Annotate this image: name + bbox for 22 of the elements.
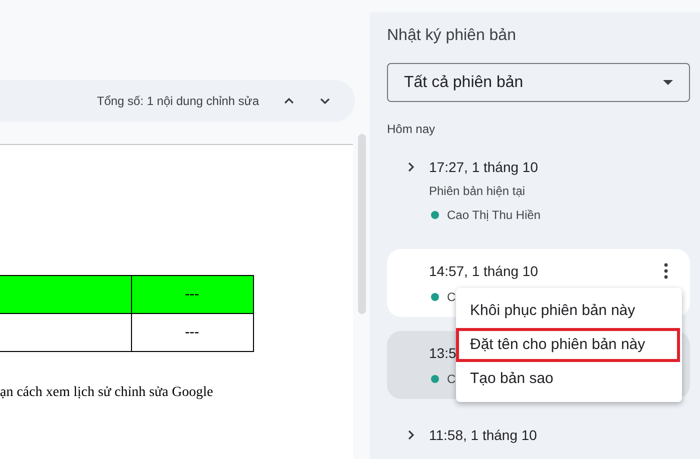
version-time: 14:57, 1 tháng 10: [429, 262, 538, 281]
version-filter-dropdown[interactable]: Tất cả phiên bản: [387, 63, 690, 102]
menu-item[interactable]: Đặt tên cho phiên bản này: [456, 328, 680, 362]
section-label: Hôm nay: [387, 121, 436, 138]
version-item[interactable]: 17:27, 1 tháng 10 Phiên bản hiện tại Cao Thị Thu Hiền: [387, 145, 690, 235]
dropdown-caret-icon: [663, 80, 673, 85]
version-subtitle: Phiên bản hiện tại: [429, 183, 526, 200]
version-time: 17:27, 1 tháng 10: [429, 158, 538, 177]
author-name: C: [447, 289, 456, 306]
edit-count: Tổng số: 1 nội dung chỉnh sửa: [96, 93, 259, 110]
version-item[interactable]: 11:58, 1 tháng 10: [387, 413, 690, 457]
document-paragraph: ạn cách xem lịch sử chỉnh sửa Google: [0, 384, 214, 402]
more-icon[interactable]: [664, 263, 668, 279]
author-name: C: [447, 371, 456, 388]
table-cell: ---: [131, 276, 253, 314]
panel-title: Nhật ký phiên bản: [387, 26, 517, 46]
version-time: 11:58, 1 tháng 10: [429, 426, 537, 445]
author-name: Cao Thị Thu Hiền: [447, 207, 541, 224]
menu-item[interactable]: Tạo bản sao: [456, 362, 682, 396]
table-cell: ---: [131, 314, 253, 352]
version-time: 13:5: [429, 344, 456, 362]
scrollbar[interactable]: [358, 134, 366, 314]
